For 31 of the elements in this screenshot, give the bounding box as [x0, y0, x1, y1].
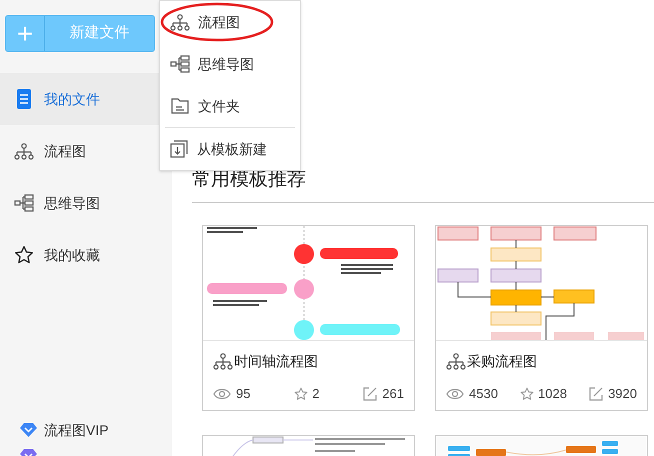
view-count: 95	[236, 385, 250, 403]
vip-link[interactable]: 流程图VIP	[20, 420, 172, 440]
star-count: 1028	[538, 385, 567, 403]
card-title: 时间轴流程图	[234, 352, 318, 371]
view-count: 4530	[469, 385, 498, 403]
card-title: 采购流程图	[467, 352, 537, 371]
menu-item[interactable]: 从模板新建	[165, 128, 295, 170]
edit-icon	[363, 386, 378, 401]
edit-icon	[589, 386, 604, 401]
star-icon	[14, 245, 34, 265]
template-card[interactable]: 时间轴流程图 95 2 261	[202, 225, 415, 410]
template-card[interactable]: 采购流程图 4530 1028 3920	[435, 225, 648, 410]
mindmap-icon	[14, 194, 34, 212]
download-box-icon	[170, 140, 188, 158]
folder-icon	[171, 98, 189, 114]
edit-count: 261	[382, 385, 404, 403]
edit-count: 3920	[608, 385, 637, 403]
sidebar-item[interactable]: 我的收藏	[0, 229, 172, 281]
eye-icon	[446, 388, 464, 400]
hierarchy-icon	[170, 14, 190, 30]
hierarchy-icon	[14, 142, 34, 160]
document-icon	[17, 89, 31, 109]
star-icon	[294, 386, 308, 401]
hierarchy-icon	[213, 353, 233, 370]
menu-item[interactable]: 流程图	[160, 1, 300, 43]
sidebar-item[interactable]: 思维导图	[0, 177, 172, 229]
mindmap-icon	[170, 55, 190, 73]
star-count: 2	[312, 385, 320, 403]
eye-icon	[213, 388, 231, 400]
star-icon	[520, 386, 534, 401]
hierarchy-icon	[446, 353, 466, 370]
